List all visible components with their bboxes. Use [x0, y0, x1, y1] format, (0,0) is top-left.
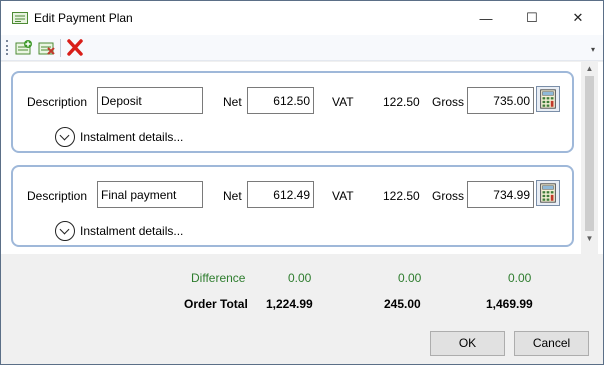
edit-payment-plan-dialog: Edit Payment Plan — ☐ ✕ ▾ Description De… — [0, 0, 604, 365]
order-total-vat: 245.00 — [384, 297, 421, 311]
vat-value: 122.50 — [383, 189, 420, 203]
description-label: Description — [27, 95, 88, 109]
scroll-up-icon[interactable]: ▲ — [581, 62, 598, 76]
close-icon: ✕ — [572, 10, 584, 25]
difference-label: Difference — [191, 271, 246, 285]
toolbar: ▾ — [1, 35, 603, 61]
gross-label: Gross — [432, 95, 465, 109]
vat-label: VAT — [332, 189, 354, 203]
minimize-button[interactable]: — — [463, 1, 509, 35]
order-total-net: 1,224.99 — [266, 297, 313, 311]
instalment-details-label: Instalment details... — [80, 130, 184, 144]
gross-input[interactable]: 734.99 — [467, 181, 534, 208]
remove-row-icon[interactable] — [38, 39, 56, 56]
delete-icon[interactable] — [66, 39, 84, 56]
net-input[interactable]: 612.50 — [247, 87, 314, 114]
vertical-scrollbar[interactable]: ▲ ▼ — [581, 62, 598, 254]
toolbar-grip[interactable] — [6, 40, 8, 55]
net-label: Net — [223, 189, 242, 203]
instalment-details-label: Instalment details... — [80, 224, 184, 238]
instalment-card-1: Description Deposit Net 612.50 VAT 122.5… — [11, 71, 574, 153]
net-input[interactable]: 612.49 — [247, 181, 314, 208]
difference-gross: 0.00 — [508, 271, 532, 285]
vat-value: 122.50 — [383, 95, 420, 109]
order-total-label: Order Total — [184, 297, 248, 311]
scrollbar-thumb[interactable] — [585, 76, 594, 231]
difference-net: 0.00 — [288, 271, 312, 285]
description-input[interactable]: Final payment — [97, 181, 203, 208]
description-input[interactable]: Deposit — [97, 87, 203, 114]
scroll-down-icon[interactable]: ▼ — [581, 232, 598, 246]
order-total-gross: 1,469.99 — [486, 297, 533, 311]
instalment-details-expander[interactable]: Instalment details... — [55, 127, 183, 147]
gross-input[interactable]: 735.00 — [467, 87, 534, 114]
window-title: Edit Payment Plan — [34, 11, 133, 25]
maximize-icon: ☐ — [526, 10, 538, 25]
maximize-button[interactable]: ☐ — [509, 1, 555, 35]
net-label: Net — [223, 95, 242, 109]
description-label: Description — [27, 189, 88, 203]
calculator-icon[interactable] — [536, 86, 560, 112]
calculator-icon[interactable] — [536, 180, 560, 206]
gross-label: Gross — [432, 189, 465, 203]
payment-plan-app-icon — [12, 12, 28, 24]
chevron-down-icon — [55, 221, 75, 241]
add-row-icon[interactable] — [15, 39, 33, 56]
vat-label: VAT — [332, 95, 354, 109]
instalments-pane: Description Deposit Net 612.50 VAT 122.5… — [1, 62, 603, 254]
close-window-button[interactable]: ✕ — [555, 1, 601, 35]
title-bar: Edit Payment Plan — ☐ ✕ — [1, 1, 603, 35]
instalment-card-2: Description Final payment Net 612.49 VAT… — [11, 165, 574, 247]
difference-vat: 0.00 — [398, 271, 422, 285]
cancel-button[interactable]: Cancel — [514, 331, 589, 356]
instalment-details-expander[interactable]: Instalment details... — [55, 221, 183, 241]
chevron-down-icon — [55, 127, 75, 147]
minimize-icon: — — [479, 10, 493, 26]
toolbar-separator — [60, 39, 61, 57]
toolbar-overflow-icon[interactable]: ▾ — [591, 45, 595, 54]
ok-button[interactable]: OK — [430, 331, 505, 356]
